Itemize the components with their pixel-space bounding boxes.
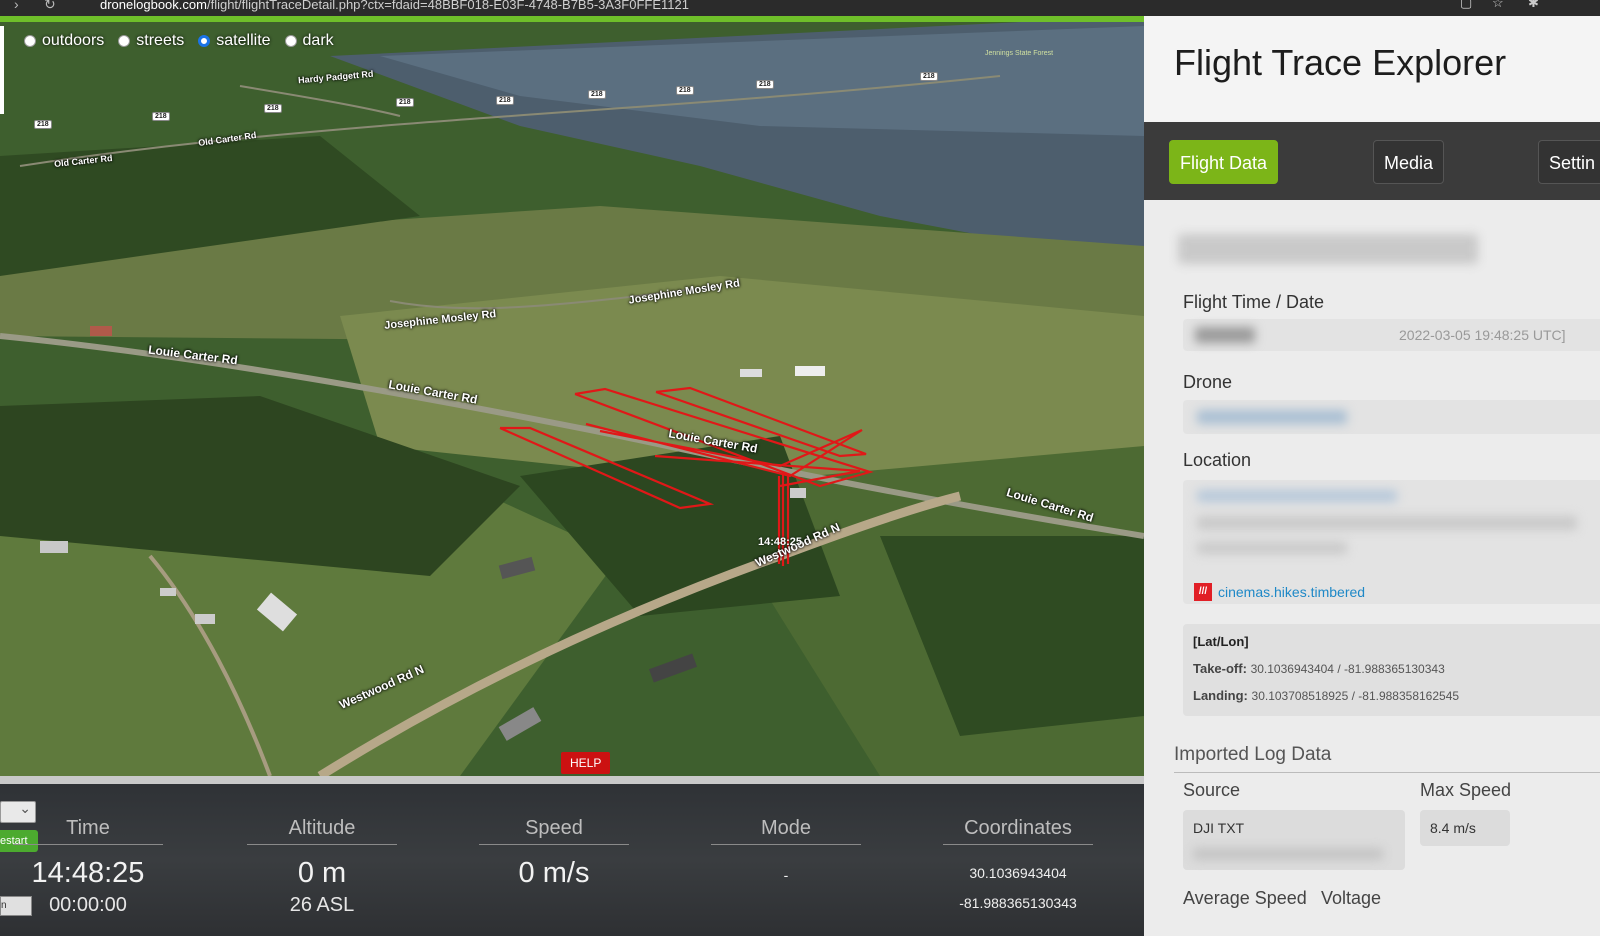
telemetry-mode: Mode -	[711, 817, 861, 883]
share-icon[interactable]: ▢	[1460, 0, 1472, 11]
speed-header: Speed	[479, 817, 629, 845]
extensions-icon[interactable]: ✱	[1528, 0, 1539, 11]
drone-field	[1183, 400, 1600, 434]
panel-tabs: Flight Data Media Settin	[1144, 122, 1600, 200]
altitude-header: Altitude	[247, 817, 397, 845]
tab-settings[interactable]: Settin	[1538, 140, 1600, 184]
time-header: Time	[13, 817, 163, 845]
playback-timeline[interactable]	[0, 776, 1144, 784]
radio-icon[interactable]	[24, 35, 36, 47]
route-shield: 218	[396, 98, 414, 107]
route-shield: 218	[676, 86, 694, 95]
time-value: 14:48:25	[31, 857, 145, 889]
route-shield: 218	[264, 104, 282, 113]
help-button[interactable]: HELP	[561, 752, 611, 774]
redacted-drone-name	[1197, 410, 1347, 424]
flight-time-field: 2022-03-05 19:48:25 UTC]	[1183, 319, 1600, 351]
speed-value: 0 m/s	[518, 857, 590, 889]
landing-coords: 30.103708518925 / -81.988358162545	[1251, 689, 1460, 703]
flight-time-label: Flight Time / Date	[1183, 292, 1325, 312]
flight-time-utc: 2022-03-05 19:48:25 UTC]	[1399, 327, 1566, 343]
current-position-time: 14:48:25	[758, 536, 803, 548]
takeoff-coords: 30.1036943404 / -81.988365130343	[1250, 662, 1445, 676]
elapsed-time: 00:00:00	[49, 894, 127, 916]
style-option-streets[interactable]: streets	[118, 32, 184, 50]
voltage-label: Voltage	[1321, 888, 1382, 908]
forest-label: Jennings State Forest	[985, 50, 1054, 57]
satellite-map[interactable]: Hardy Padgett Rd Old Carter Rd Old Carte…	[0, 16, 1144, 776]
longitude-value: -81.988365130343	[959, 895, 1077, 911]
map-terrain	[0, 16, 1144, 776]
radio-icon[interactable]	[284, 35, 297, 47]
latlon-title: [Lat/Lon]	[1193, 634, 1249, 649]
panel-header: Flight Trace Explorer	[1144, 16, 1600, 122]
location-label: Location	[1183, 450, 1252, 470]
route-shield: 218	[920, 72, 938, 81]
average-speed-label: Average Speed	[1183, 888, 1307, 908]
flight-progress-bar	[0, 16, 1144, 22]
page-title: Flight Trace Explorer	[1174, 42, 1507, 83]
route-shield: 218	[588, 90, 606, 99]
source-label: Source	[1183, 780, 1241, 800]
route-shield: 218	[756, 80, 774, 89]
telemetry-altitude: Altitude 0 m 26 ASL	[247, 817, 397, 917]
address-bar[interactable]: dronelogbook.com/flight/flightTraceDetai…	[100, 0, 689, 12]
radio-selected-icon[interactable]	[198, 35, 211, 47]
radio-icon[interactable]	[118, 35, 131, 47]
source-value: DJI TXT	[1193, 820, 1245, 836]
bookmark-star-icon[interactable]: ☆	[1492, 0, 1504, 11]
takeoff-row: Take-off: 30.1036943404 / -81.9883651303…	[1193, 661, 1445, 676]
flight-name-redacted	[1178, 234, 1478, 264]
redacted-address	[1197, 490, 1397, 502]
style-option-dark[interactable]: dark	[284, 32, 334, 50]
max-speed-label: Max Speed	[1420, 780, 1512, 800]
redacted-address	[1197, 516, 1577, 530]
imported-log-title: Imported Log Data	[1174, 744, 1600, 773]
coordinates-header: Coordinates	[943, 817, 1093, 845]
style-option-satellite[interactable]: satellite	[198, 32, 271, 50]
drone-label: Drone	[1183, 372, 1233, 392]
route-shield: 218	[152, 112, 170, 121]
mode-value: -	[783, 867, 789, 883]
url-path: /flight/flightTraceDetail.php?ctx=fdaid=…	[206, 0, 689, 12]
telemetry-time: Time 14:48:25 00:00:00	[13, 817, 163, 917]
url-host: dronelogbook.com	[100, 0, 207, 12]
what3words-link[interactable]: cinemas.hikes.timbered	[1218, 584, 1365, 600]
route-shield: 218	[34, 120, 52, 129]
map-style-selector: outdoors streets satellite dark	[0, 24, 334, 58]
redacted-source	[1193, 848, 1383, 860]
route-shield: 218	[496, 96, 514, 105]
latitude-value: 30.1036943404	[969, 865, 1067, 881]
tab-flight-data[interactable]: Flight Data	[1169, 140, 1279, 184]
mode-header: Mode	[711, 817, 861, 845]
altitude-asl: 26 ASL	[289, 894, 355, 916]
browser-toolbar: › ↻ dronelogbook.com/flight/flightTraceD…	[0, 0, 1600, 16]
telemetry-coordinates: Coordinates 30.1036943404 -81.9883651303…	[943, 817, 1093, 911]
redacted-address	[1197, 542, 1347, 554]
tab-media[interactable]: Media	[1373, 140, 1445, 184]
telemetry-panel: estart n Time 14:48:25 00:00:00 Altitude…	[0, 784, 1144, 936]
flight-trace-panel: Flight Trace Explorer Flight Data Media …	[1144, 16, 1600, 936]
redacted-date	[1195, 327, 1255, 343]
landing-row: Landing: 30.103708518925 / -81.988358162…	[1193, 688, 1460, 703]
latlon-box: [Lat/Lon] Take-off: 30.1036943404 / -81.…	[1183, 624, 1600, 716]
what3words-row[interactable]: /// cinemas.hikes.timbered	[1194, 583, 1365, 601]
what3words-icon: ///	[1194, 583, 1212, 601]
source-box: DJI TXT	[1183, 810, 1405, 870]
altitude-value: 0 m	[297, 857, 347, 889]
reload-icon[interactable]: ↻	[44, 0, 56, 13]
max-speed-value: 8.4 m/s	[1420, 810, 1510, 846]
telemetry-speed: Speed 0 m/s	[479, 817, 629, 890]
forward-icon[interactable]: ›	[14, 0, 19, 12]
style-option-outdoors[interactable]: outdoors	[24, 32, 104, 50]
